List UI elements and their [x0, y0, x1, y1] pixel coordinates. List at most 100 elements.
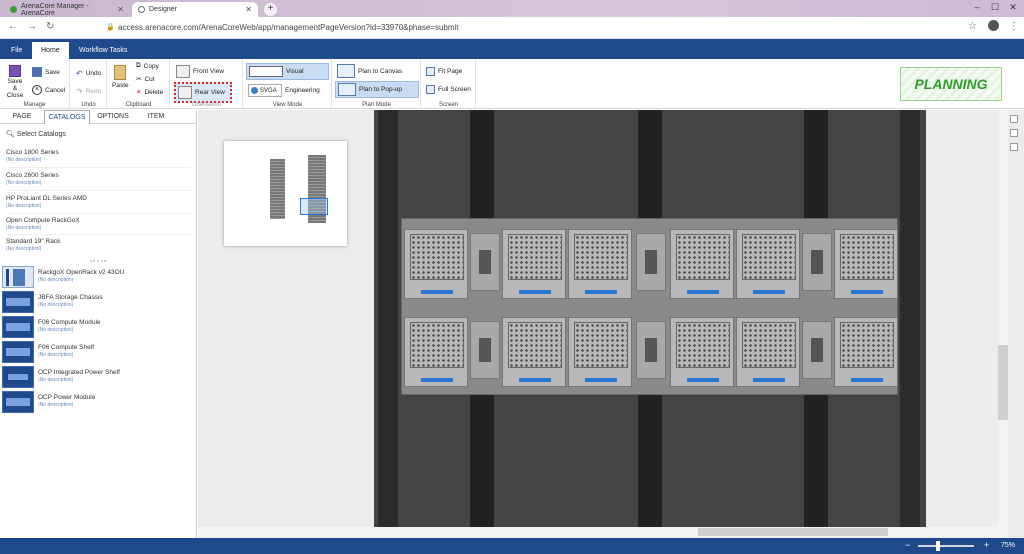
component-item-f06-shelf[interactable]: F06 Compute Shelf (No description) — [2, 341, 192, 364]
browser-tab-designer[interactable]: Designer ✕ — [132, 2, 258, 17]
cancel-button[interactable]: × Cancel — [32, 85, 65, 95]
kebab-menu-icon[interactable]: ⋮ — [1009, 21, 1019, 32]
catalog-item-cisco-1800[interactable]: Cisco 1800 Series (No description) — [6, 149, 59, 163]
minimap-viewport[interactable] — [300, 198, 328, 215]
redo-button[interactable]: ↷ Redo — [76, 87, 101, 96]
url-text: access.arenacore.com/ArenaCoreWeb/app/ma… — [118, 23, 459, 32]
catalog-item-hp-proliant[interactable]: HP ProLiant DL Series AMD (No descriptio… — [6, 195, 87, 209]
globe-icon — [138, 6, 145, 13]
maximize-icon[interactable]: ☐ — [986, 0, 1004, 16]
tab-workflow-tasks[interactable]: Workflow Tasks — [70, 42, 136, 59]
visual-mode-button[interactable]: Visual — [246, 63, 329, 80]
engineering-mode-button[interactable]: SVGA Engineering — [248, 84, 320, 97]
status-bar — [687, 290, 719, 294]
fan-grill — [676, 234, 730, 280]
plan-to-popup-button[interactable]: Plan to Pop-up — [335, 81, 419, 98]
cut-button[interactable]: ✂ Cut — [136, 75, 155, 84]
tab-home[interactable]: Home — [32, 42, 69, 59]
full-screen-button[interactable]: Full Screen — [426, 85, 471, 94]
browser-tab-title: ArenaCore Manager - ArenaCore — [20, 2, 89, 17]
canvas-expand-icon — [337, 64, 355, 78]
horizontal-scrollbar[interactable] — [198, 527, 998, 537]
fan-module[interactable] — [736, 229, 800, 299]
save-close-button[interactable]: Save & Close — [5, 65, 25, 99]
group-label: Clipboard — [125, 102, 152, 108]
fan-module[interactable] — [670, 229, 734, 299]
profile-avatar-icon[interactable] — [988, 20, 999, 31]
zoom-in-button[interactable]: + — [984, 540, 989, 550]
group-view-mode: Visual SVGA Engineering View Mode — [244, 59, 332, 109]
splitter-handle[interactable] — [90, 260, 106, 262]
zoom-slider-track[interactable] — [918, 545, 974, 547]
horizontal-scroll-thumb[interactable] — [698, 528, 888, 536]
save-button[interactable]: Save — [32, 67, 60, 77]
tab-file[interactable]: File — [2, 42, 31, 59]
catalog-item-open-compute[interactable]: Open Compute RackGoX (No description) — [6, 217, 80, 231]
select-catalogs-link[interactable]: 🔍︎ Select Catalogs — [6, 130, 66, 138]
fan-module[interactable] — [568, 317, 632, 387]
reload-icon[interactable]: ↻ — [46, 21, 54, 32]
vertical-scrollbar[interactable] — [998, 110, 1008, 538]
zoom-slider-knob[interactable] — [936, 541, 941, 551]
browser-tab-arenacore-manager[interactable]: ArenaCore Manager - ArenaCore ✕ — [4, 2, 130, 17]
compute-shelf-chassis[interactable] — [401, 218, 898, 395]
component-item-power-shelf[interactable]: OCP Integrated Power Shelf (No descripti… — [2, 366, 192, 389]
close-window-icon[interactable]: ✕ — [1004, 0, 1022, 16]
component-item-f06-module[interactable]: F06 Compute Module (No description) — [2, 316, 192, 339]
component-item-openrack[interactable]: RackgoX OpenRack v2 43OU (No description… — [2, 266, 192, 289]
star-icon[interactable]: ☆ — [968, 21, 977, 32]
rear-view-icon — [178, 86, 192, 99]
side-checkbox[interactable] — [1010, 129, 1018, 137]
group-plan-mode: Plan to Canvas Plan to Pop-up Plan Mode — [333, 59, 421, 109]
delete-button[interactable]: ✕ Delete — [136, 88, 163, 97]
fan-row-top — [402, 219, 899, 303]
fan-module[interactable] — [568, 229, 632, 299]
close-tab-icon[interactable]: ✕ — [245, 5, 252, 14]
status-bar — [519, 290, 551, 294]
panel-tabs: PAGE CATALOGS OPTIONS ITEM — [0, 110, 197, 124]
fan-module[interactable] — [736, 317, 800, 387]
minimize-icon[interactable]: – — [968, 0, 986, 16]
scissors-icon: ✂ — [136, 76, 142, 83]
fan-grill — [574, 234, 628, 280]
forward-arrow-icon[interactable]: → — [27, 21, 37, 32]
url-field[interactable]: 🔒 access.arenacore.com/ArenaCoreWeb/app/… — [104, 20, 954, 36]
fan-module[interactable] — [834, 229, 898, 299]
side-checkbox[interactable] — [1010, 143, 1018, 151]
fan-module[interactable] — [670, 317, 734, 387]
zoom-out-button[interactable]: − — [905, 540, 910, 550]
fan-module[interactable] — [502, 229, 566, 299]
status-bar — [753, 378, 785, 382]
ribbon-tab-bar: File Home Workflow Tasks — [0, 39, 1024, 59]
back-arrow-icon[interactable]: ← — [8, 21, 18, 32]
minimap-navigator[interactable] — [224, 141, 347, 246]
component-item-power-module[interactable]: OCP Power Module (No description) — [2, 391, 192, 414]
front-view-button[interactable]: Front View — [176, 65, 224, 78]
undo-button[interactable]: ↶ Undo — [76, 69, 101, 78]
search-icon: 🔍︎ — [6, 131, 15, 138]
close-tab-icon[interactable]: ✕ — [117, 5, 124, 14]
tab-options[interactable]: OPTIONS — [90, 110, 136, 124]
component-item-jbfa[interactable]: JBFA Storage Chassis (No description) — [2, 291, 192, 314]
vertical-scroll-thumb[interactable] — [998, 345, 1008, 420]
fit-page-button[interactable]: Fit Page — [426, 67, 462, 76]
new-tab-button[interactable]: + — [264, 3, 277, 16]
catalog-item-cisco-2600[interactable]: Cisco 2600 Series (No description) — [6, 172, 59, 186]
left-panel: PAGE CATALOGS OPTIONS ITEM 🔍︎ Select Cat… — [0, 110, 197, 538]
tab-catalogs[interactable]: CATALOGS — [44, 110, 90, 124]
tab-page[interactable]: PAGE — [0, 110, 44, 124]
minimap-rack-left — [270, 159, 285, 219]
group-label: Plan Mode — [362, 102, 391, 108]
copy-button[interactable]: ⧉ Copy — [136, 62, 159, 70]
paste-button[interactable]: Paste — [112, 65, 129, 89]
rear-view-button[interactable]: Rear View — [174, 82, 232, 103]
fan-module[interactable] — [502, 317, 566, 387]
side-checkbox[interactable] — [1010, 115, 1018, 123]
fan-module[interactable] — [834, 317, 898, 387]
plan-to-canvas-button[interactable]: Plan to Canvas — [337, 64, 402, 78]
power-connector — [802, 233, 832, 291]
fan-module[interactable] — [404, 229, 468, 299]
tab-item[interactable]: ITEM — [136, 110, 176, 124]
fan-module[interactable] — [404, 317, 468, 387]
catalog-item-standard-rack[interactable]: Standard 19" Rack (No description) — [6, 238, 60, 252]
